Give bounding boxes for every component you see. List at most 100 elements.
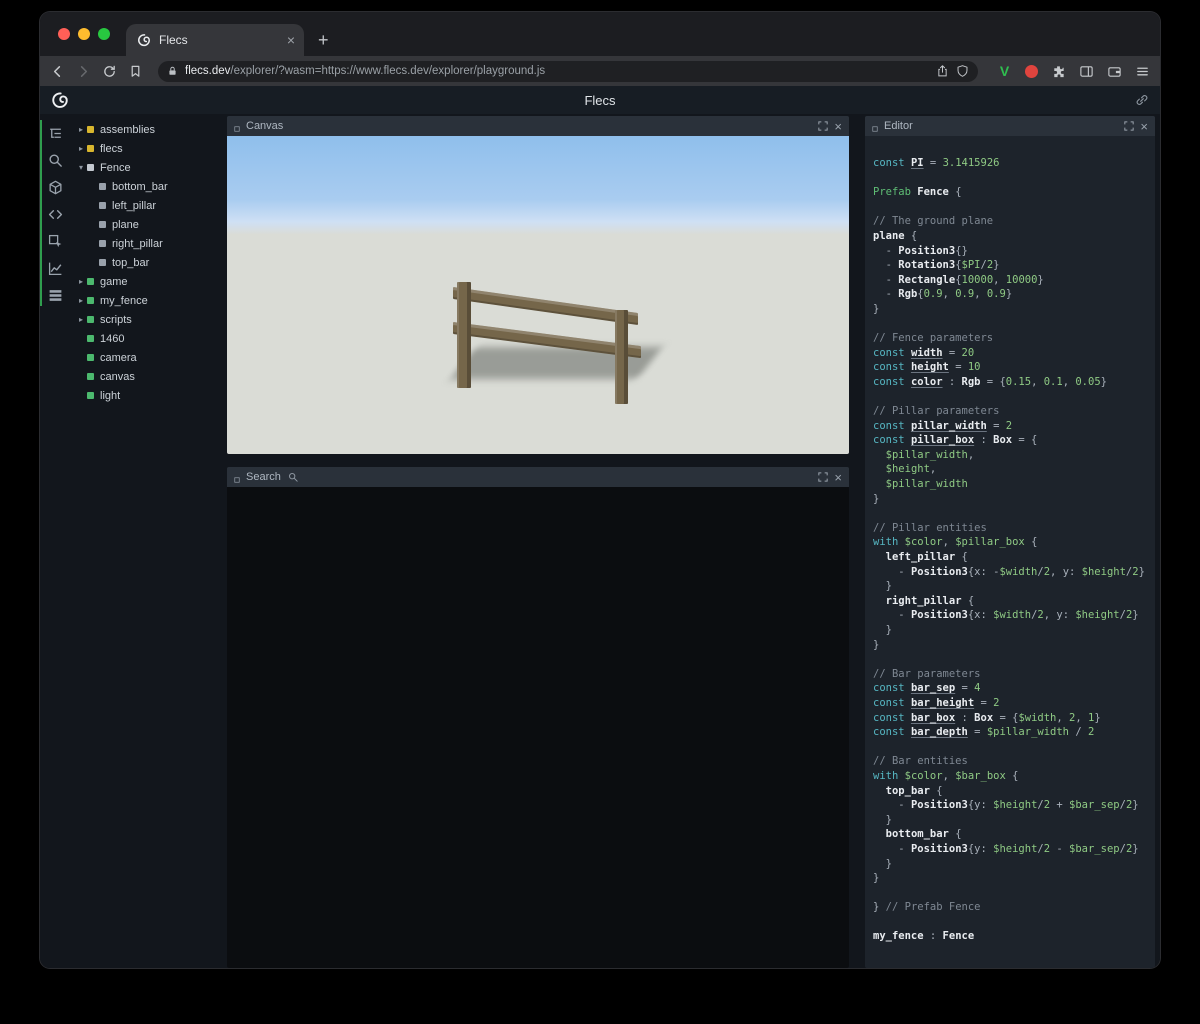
tree-item-label: light (100, 390, 120, 402)
expand-icon[interactable] (818, 121, 828, 131)
tree-item-plane[interactable]: plane (70, 215, 220, 234)
tree-item-right_pillar[interactable]: right_pillar (70, 234, 220, 253)
code-line: const width = 20 (873, 346, 1151, 361)
address-bar[interactable]: flecs.dev/explorer/?wasm=https://www.fle… (158, 61, 978, 82)
expand-arrow-icon[interactable]: ▸ (76, 125, 86, 134)
expand-arrow-icon[interactable]: ▸ (76, 277, 86, 286)
tree-item-top_bar[interactable]: top_bar (70, 253, 220, 272)
tab-title: Flecs (159, 33, 279, 47)
sidebar-toggle-icon[interactable] (1079, 64, 1094, 79)
flecs-favicon-icon (137, 33, 151, 47)
code-line: // Pillar parameters (873, 404, 1151, 419)
code-icon[interactable] (48, 207, 63, 222)
search-icon[interactable] (48, 153, 63, 168)
code-line (873, 390, 1151, 405)
expand-arrow-icon[interactable]: ▸ (76, 144, 86, 153)
tree-item-light[interactable]: light (70, 386, 220, 405)
entity-color-square (87, 373, 94, 380)
expand-icon[interactable] (818, 472, 828, 482)
shield-icon[interactable] (956, 64, 969, 78)
tree-item-scripts[interactable]: ▸scripts (70, 310, 220, 329)
entity-color-square (99, 221, 106, 228)
code-line: my_fence : Fence (873, 929, 1151, 944)
forward-icon[interactable] (76, 64, 91, 79)
minimize-window-button[interactable] (78, 28, 90, 40)
page-title: Flecs (40, 93, 1160, 108)
extensions-puzzle-icon[interactable] (1051, 64, 1066, 79)
tree-item-camera[interactable]: camera (70, 348, 220, 367)
code-line: // Bar parameters (873, 667, 1151, 682)
tree-item-Fence[interactable]: ▾Fence (70, 158, 220, 177)
close-icon[interactable]: × (834, 471, 842, 484)
close-window-button[interactable] (58, 28, 70, 40)
code-line: - Position3{y: $height/2 + $bar_sep/2} (873, 798, 1151, 813)
url-host: flecs.dev (185, 65, 230, 77)
tree-item-label: top_bar (112, 257, 149, 269)
tree-item-label: canvas (100, 371, 135, 383)
code-line (873, 915, 1151, 930)
share-icon[interactable] (936, 64, 949, 78)
maximize-window-button[interactable] (98, 28, 110, 40)
code-line (873, 886, 1151, 901)
flecs-explorer-page: Flecs ▸assemblies▸flecs▾Fencebottom_barl… (40, 86, 1160, 968)
tab-close-icon[interactable]: × (287, 33, 295, 47)
entity-color-square (99, 240, 106, 247)
editor-panel-title: Editor (884, 120, 913, 132)
tree-item-1460[interactable]: 1460 (70, 329, 220, 348)
share-link-icon[interactable] (1135, 93, 1149, 107)
tree-item-canvas[interactable]: canvas (70, 367, 220, 386)
wallet-icon[interactable] (1107, 64, 1122, 79)
url-path: /explorer/?wasm=https://www.flecs.dev/ex… (230, 65, 545, 77)
chart-icon[interactable] (48, 261, 63, 276)
entity-color-square (87, 164, 94, 171)
entity-tree: ▸ assemblies ▸flecs▾Fencebottom_barleft_pi… (70, 114, 220, 968)
close-icon[interactable]: × (1140, 120, 1148, 133)
inspect-icon[interactable] (48, 234, 63, 249)
code-line: const bar_box : Box = {$width, 2, 1} (873, 711, 1151, 726)
red-extension-icon[interactable] (1025, 65, 1038, 78)
expand-arrow-icon[interactable]: ▸ (76, 296, 86, 305)
code-line: } (873, 492, 1151, 507)
cube-icon[interactable] (48, 180, 63, 195)
code-line: const pillar_box : Box = { (873, 433, 1151, 448)
expand-arrow-icon[interactable]: ▸ (76, 315, 86, 324)
tree-item-my_fence[interactable]: ▸my_fence (70, 291, 220, 310)
code-line: // Pillar entities (873, 521, 1151, 536)
code-line: } (873, 871, 1151, 886)
expand-icon[interactable] (1124, 121, 1134, 131)
bookmark-icon[interactable] (128, 64, 143, 79)
reload-icon[interactable] (102, 64, 117, 79)
code-line: with $color, $bar_box { (873, 769, 1151, 784)
tree-item-game[interactable]: ▸game (70, 272, 220, 291)
entity-color-square (87, 392, 94, 399)
browser-toolbar: flecs.dev/explorer/?wasm=https://www.fle… (40, 56, 1160, 86)
back-icon[interactable] (50, 64, 65, 79)
menu-icon[interactable] (1135, 64, 1150, 79)
browser-tab[interactable]: Flecs × (126, 24, 304, 56)
code-line: } (873, 623, 1151, 638)
code-line: $pillar_width, (873, 448, 1151, 463)
entity-color-square (87, 335, 94, 342)
code-line: const bar_depth = $pillar_width / 2 (873, 725, 1151, 740)
new-tab-button[interactable]: + (318, 24, 329, 56)
editor-code[interactable]: const PI = 3.1415926 Prefab Fence { // T… (865, 136, 1155, 968)
tree-item-flecs[interactable]: ▸flecs (70, 139, 220, 158)
collapse-arrow-icon[interactable]: ▾ (76, 163, 86, 172)
close-icon[interactable]: × (834, 120, 842, 133)
tree-item-assemblies[interactable]: ▸ assemblies (70, 120, 220, 139)
flecs-logo-icon[interactable] (51, 91, 69, 109)
canvas-3d-scene[interactable] (227, 136, 849, 454)
code-line (873, 171, 1151, 186)
code-line: const color : Rgb = {0.15, 0.1, 0.05} (873, 375, 1151, 390)
code-line (873, 317, 1151, 332)
v-extension-icon[interactable]: V (997, 63, 1012, 79)
tree-item-bottom_bar[interactable]: bottom_bar (70, 177, 220, 196)
tree-item-left_pillar[interactable]: left_pillar (70, 196, 220, 215)
tree-item-label: assemblies (100, 124, 155, 136)
extension-area: V (997, 63, 1150, 79)
code-line: top_bar { (873, 784, 1151, 799)
code-line: const bar_sep = 4 (873, 681, 1151, 696)
rows-icon[interactable] (48, 288, 63, 303)
tree-icon[interactable] (48, 126, 63, 141)
code-line: left_pillar { (873, 550, 1151, 565)
